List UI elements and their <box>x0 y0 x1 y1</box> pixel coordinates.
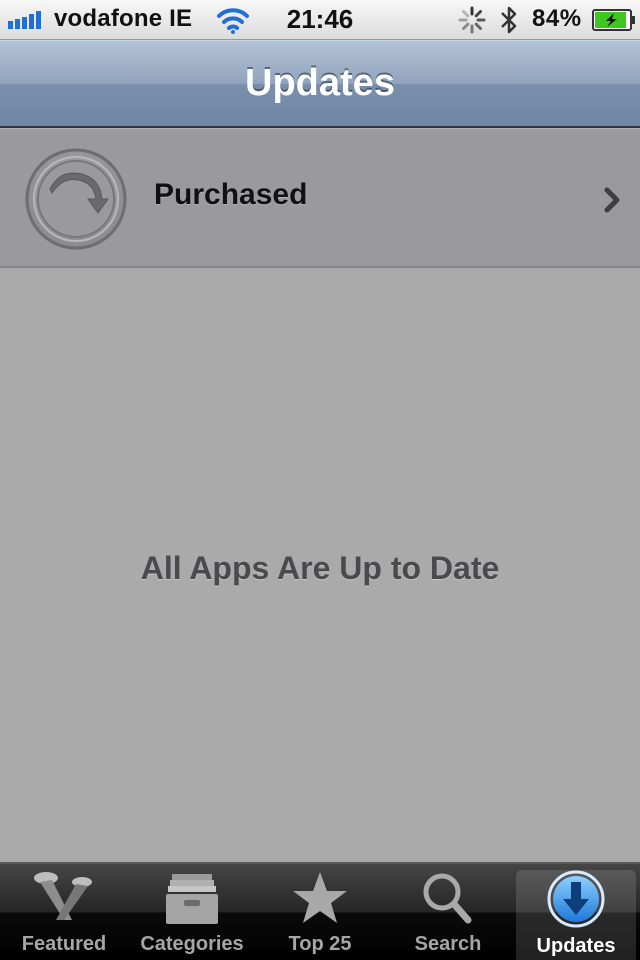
tab-search[interactable]: Search <box>384 864 512 960</box>
battery-icon <box>592 9 635 31</box>
status-bar: vodafone IE 21:46 84% <box>0 0 640 40</box>
tab-label: Categories <box>140 933 244 955</box>
tab-label: Top 25 <box>288 933 352 955</box>
empty-state-message: All Apps Are Up to Date <box>140 550 500 586</box>
purchased-row[interactable]: Purchased <box>0 128 640 268</box>
bluetooth-icon <box>501 6 517 34</box>
chevron-right-icon <box>604 187 620 213</box>
page-title: Updates <box>245 62 395 104</box>
tab-top-25[interactable]: Top 25 <box>256 864 384 960</box>
star-icon <box>293 872 347 923</box>
battery-percentage: 84% <box>532 5 582 32</box>
search-icon <box>423 873 472 924</box>
categories-box-icon <box>166 874 218 924</box>
activity-spinner-icon <box>458 6 486 34</box>
tab-bar: Featured Categories Top 25 Search Update… <box>0 862 640 960</box>
featured-spotlight-icon <box>34 872 92 920</box>
tab-label: Search <box>414 933 482 955</box>
download-arrow-icon <box>25 148 127 250</box>
tab-label: Updates <box>536 935 616 957</box>
tab-featured[interactable]: Featured <box>0 864 128 960</box>
updates-download-icon <box>547 870 605 928</box>
purchased-label: Purchased <box>154 178 308 211</box>
tab-categories[interactable]: Categories <box>128 864 256 960</box>
tab-updates[interactable]: Updates <box>516 870 636 960</box>
tab-label: Featured <box>21 933 107 955</box>
navigation-bar: Updates <box>0 40 640 128</box>
